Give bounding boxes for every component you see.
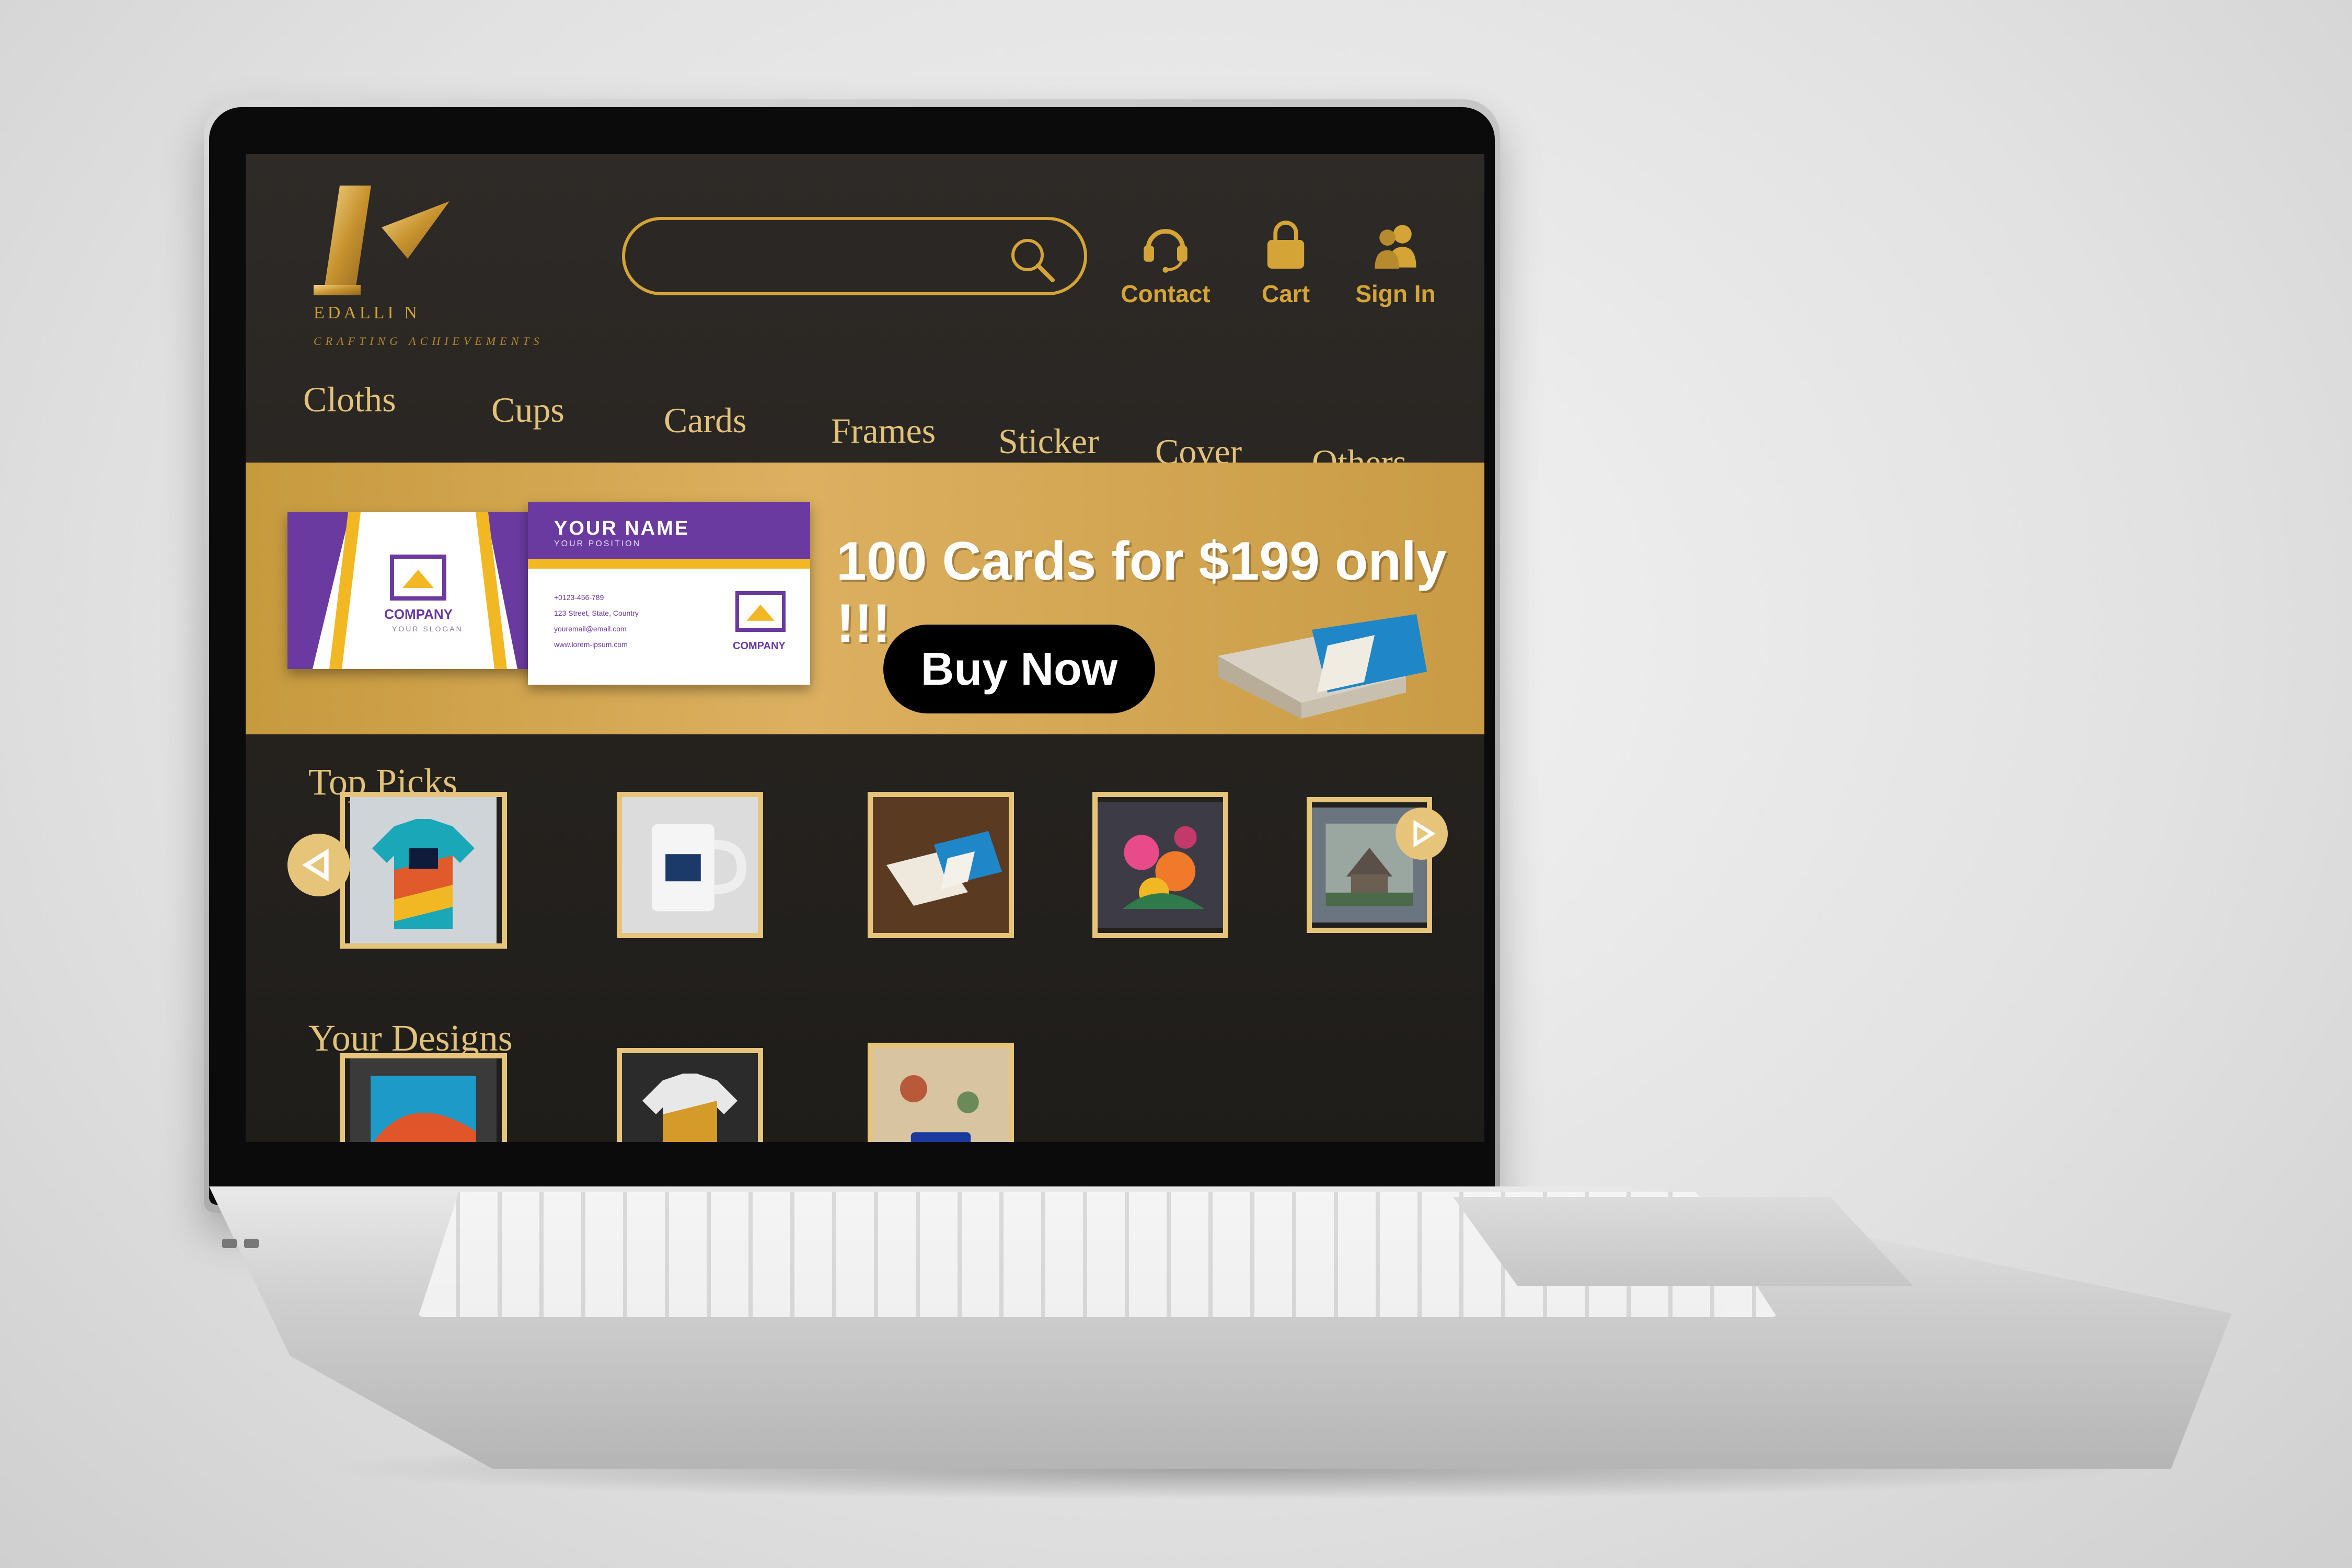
design-poster[interactable] <box>340 1053 507 1142</box>
medallion-logo-icon <box>314 186 449 295</box>
cart-button[interactable]: Cart <box>1228 217 1343 342</box>
cart-label: Cart <box>1261 280 1310 307</box>
card-phone: +0123-456-789 <box>554 593 604 602</box>
website-screen: EDALLI N CRAFTING ACHIEVEMENTS Contact C… <box>246 154 1484 1142</box>
nav-item-sticker[interactable]: Sticker <box>998 421 1099 462</box>
search-bar <box>622 217 1087 295</box>
bag-icon <box>1267 221 1305 269</box>
shirt-image <box>350 797 497 943</box>
users-icon <box>1375 225 1416 269</box>
contact-label: Contact <box>1121 280 1210 307</box>
nav-item-frames[interactable]: Frames <box>831 410 936 452</box>
business-cards-image <box>873 797 1009 933</box>
category-nav: Cloths Cups Cards Frames Sticker Cover O… <box>303 379 1463 482</box>
brand-wordmark: EDALLI N <box>314 303 420 322</box>
card-your-position: YOUR POSITION <box>554 539 641 548</box>
nav-item-cups[interactable]: Cups <box>491 389 564 431</box>
chevron-right-icon <box>1413 820 1436 848</box>
top-pick-mug[interactable] <box>617 792 763 938</box>
nav-item-cloths[interactable]: Cloths <box>303 379 396 420</box>
card-email: youremail@email.com <box>554 625 627 633</box>
buy-now-button[interactable]: Buy Now <box>883 625 1155 713</box>
nav-item-cards[interactable]: Cards <box>664 400 747 441</box>
brand-tagline: CRAFTING ACHIEVEMENTS <box>314 335 544 348</box>
headset-icon <box>1144 229 1187 273</box>
card-address: 123 Street, State, Country <box>554 609 639 617</box>
search-icon[interactable] <box>1006 233 1058 285</box>
poster-art-image <box>350 1058 497 1142</box>
promo-banner: COMPANY YOUR SLOGAN YOUR NAME YOUR POSIT… <box>246 463 1484 734</box>
design-jersey[interactable] <box>617 1048 763 1142</box>
mug-image <box>622 797 758 933</box>
brand-logo[interactable]: EDALLI N CRAFTING ACHIEVEMENTS <box>308 180 549 358</box>
floral-frame-image <box>1098 802 1223 928</box>
card-company-name: COMPANY <box>384 606 453 622</box>
card-your-name: YOUR NAME <box>554 517 690 539</box>
top-pick-shirt[interactable] <box>340 792 507 949</box>
trackpad <box>1453 1197 1913 1286</box>
company-logo-icon <box>735 591 786 632</box>
card-slogan: YOUR SLOGAN <box>392 625 463 633</box>
design-fabric[interactable] <box>868 1043 1014 1142</box>
carousel-next-button[interactable] <box>1396 808 1448 860</box>
contact-button[interactable]: Contact <box>1108 217 1223 342</box>
card-back-company: COMPANY <box>733 640 786 652</box>
business-card-back: YOUR NAME YOUR POSITION +0123-456-789 12… <box>528 502 810 685</box>
business-card-front: COMPANY YOUR SLOGAN <box>287 512 538 669</box>
sign-in-button[interactable]: Sign In <box>1338 217 1453 342</box>
usb-ports <box>222 1239 269 1260</box>
fabric-print-image <box>873 1048 1009 1142</box>
jersey-image <box>622 1053 758 1142</box>
company-logo-icon <box>390 555 446 601</box>
sign-in-label: Sign In <box>1355 280 1436 307</box>
top-pick-cards[interactable] <box>868 792 1014 938</box>
card-stack-icon <box>1218 614 1427 719</box>
card-website: www.lorem-ipsum.com <box>554 640 628 649</box>
search-input[interactable] <box>651 236 1009 279</box>
top-pick-floral-frame[interactable] <box>1092 792 1228 938</box>
